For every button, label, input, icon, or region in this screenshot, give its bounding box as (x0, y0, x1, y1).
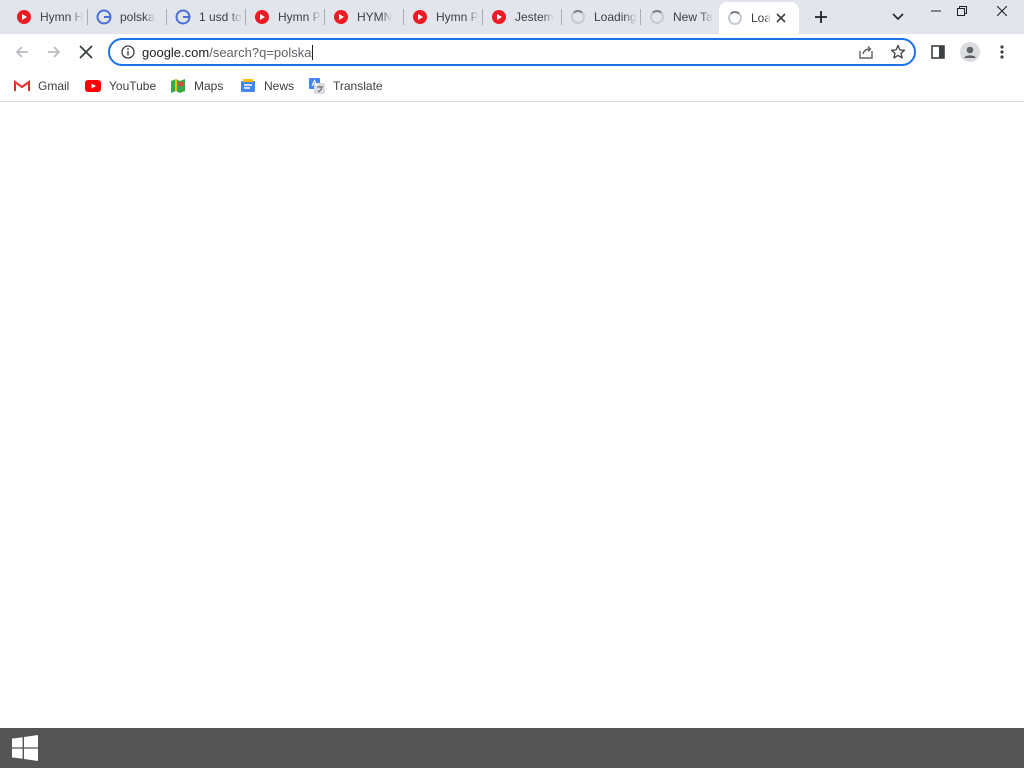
star-icon (890, 44, 906, 59)
tab-search-button[interactable] (888, 8, 908, 26)
stop-icon (79, 45, 93, 59)
maps-icon (170, 78, 186, 94)
tab-title: Hymn P (436, 10, 479, 24)
side-panel-button[interactable] (922, 36, 954, 68)
tab-polska[interactable]: polska (88, 0, 167, 34)
tab-new-tab[interactable]: New Ta (641, 0, 719, 34)
tab-usd[interactable]: 1 usd to (167, 0, 246, 34)
restore-button[interactable] (946, 0, 978, 22)
side-panel-icon (931, 45, 945, 59)
youtube-icon (491, 9, 507, 25)
tab-title: Loading (594, 10, 637, 24)
new-tab-button[interactable] (808, 5, 834, 29)
bookmark-label: YouTube (109, 79, 157, 93)
restore-icon (957, 6, 967, 16)
tab-title: Hymn H (40, 10, 84, 24)
bookmark-youtube[interactable]: YouTube (85, 76, 156, 96)
back-button[interactable] (6, 36, 38, 68)
bookmark-star-button[interactable] (888, 42, 908, 62)
address-bar[interactable]: google.com/search?q=polska (108, 38, 916, 66)
tab-hymn-2[interactable]: Hymn P (246, 0, 325, 34)
avatar-icon (960, 42, 980, 62)
tab-jestem[interactable]: Jestem (483, 0, 562, 34)
bookmark-gmail[interactable]: Gmail (14, 76, 69, 96)
start-button[interactable] (0, 728, 50, 768)
browser-toolbar: google.com/search?q=polska (0, 34, 1024, 93)
bookmark-label: Maps (194, 79, 224, 93)
tab-title: 1 usd to (199, 10, 242, 24)
stop-loading-button[interactable] (70, 36, 102, 68)
youtube-icon (412, 9, 428, 25)
loading-spinner-icon (570, 9, 586, 25)
bookmark-label: News (264, 79, 295, 93)
tab-title: polska (120, 10, 155, 24)
youtube-icon (85, 78, 101, 94)
loading-spinner-icon (649, 9, 665, 25)
youtube-icon (16, 9, 32, 25)
tab-hymn-caps[interactable]: HYMN (325, 0, 404, 34)
forward-button[interactable] (38, 36, 70, 68)
bookmark-translate[interactable]: Translate (309, 76, 383, 96)
tab-hymn-1[interactable]: Hymn H (8, 0, 88, 34)
google-icon (175, 9, 191, 25)
translate-icon (309, 78, 325, 94)
address-text[interactable]: google.com/search?q=polska (142, 45, 314, 60)
text-caret (312, 45, 314, 60)
bookmarks-bar: Gmail YouTube Maps News Translate (0, 70, 1024, 102)
youtube-icon (333, 9, 349, 25)
url-host: google.com (142, 45, 210, 60)
kebab-menu-icon (1000, 45, 1004, 59)
page-content-area[interactable] (0, 103, 1024, 728)
close-icon (997, 6, 1007, 16)
arrow-left-icon (15, 46, 28, 58)
bookmark-news[interactable]: News (240, 76, 294, 96)
google-icon (96, 9, 112, 25)
tab-strip: Hymn H polska 1 usd to Hymn P HYMN Hymn … (0, 0, 1024, 34)
bookmark-label: Gmail (38, 79, 70, 93)
windows-logo-icon (12, 735, 38, 761)
profile-button[interactable] (954, 36, 986, 68)
share-button[interactable] (856, 42, 876, 62)
arrow-right-icon (48, 46, 61, 58)
tab-title: Hymn P (278, 10, 321, 24)
tab-title: New Ta (673, 10, 713, 24)
menu-button[interactable] (986, 36, 1018, 68)
url-path: /search?q=polska (209, 45, 312, 60)
tab-title: Jestem (515, 10, 554, 24)
plus-icon (815, 11, 827, 23)
tab-loading[interactable]: Loading (562, 0, 641, 34)
minimize-icon (931, 10, 941, 12)
gmail-icon (14, 78, 30, 94)
tab-title: Loa (751, 11, 772, 25)
loading-spinner-icon (727, 10, 743, 26)
tab-title: HYMN (357, 10, 393, 24)
bookmark-maps[interactable]: Maps (170, 76, 223, 96)
news-icon (240, 78, 256, 94)
chevron-down-icon (892, 13, 904, 21)
tab-active-loading[interactable]: Loa (719, 2, 799, 34)
tab-hymn-3[interactable]: Hymn P (404, 0, 483, 34)
close-tab-icon[interactable] (773, 10, 789, 26)
bookmark-label: Translate (333, 79, 383, 93)
site-info-icon[interactable] (120, 44, 136, 60)
taskbar (0, 728, 1024, 768)
share-icon (859, 46, 873, 59)
youtube-icon (254, 9, 270, 25)
close-window-button[interactable] (980, 0, 1024, 22)
